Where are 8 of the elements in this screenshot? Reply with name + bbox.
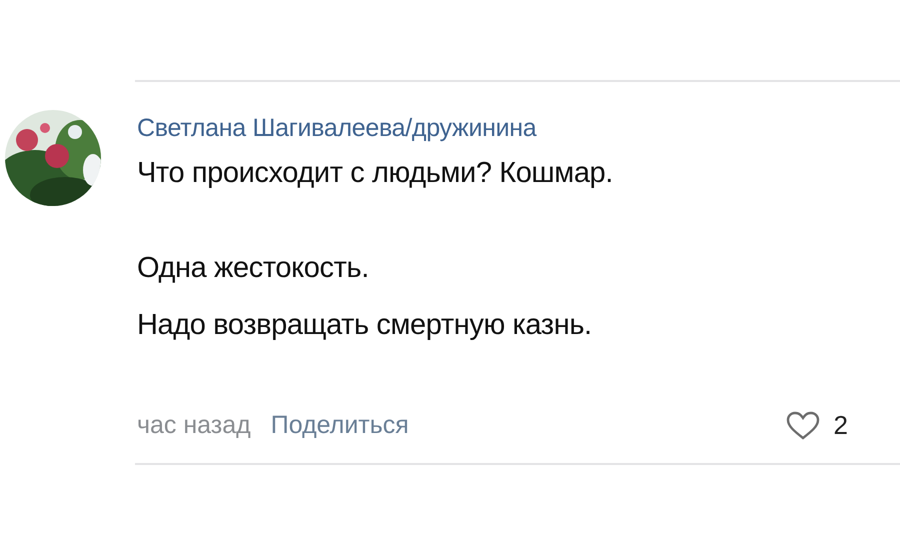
author-name[interactable]: Светлана Шагивалеева/дружинина [137, 114, 900, 143]
comment-text: Что происходит с людьми? Кошмар. [137, 157, 614, 190]
like-count: 2 [834, 410, 848, 441]
comment-text: Надо возвращать смертную казнь. [137, 309, 593, 342]
timestamp: час назад [137, 411, 251, 440]
share-link[interactable]: Поделиться [270, 411, 409, 440]
heart-icon[interactable] [786, 410, 820, 440]
comment-text: Одна жестокость. [137, 252, 370, 285]
